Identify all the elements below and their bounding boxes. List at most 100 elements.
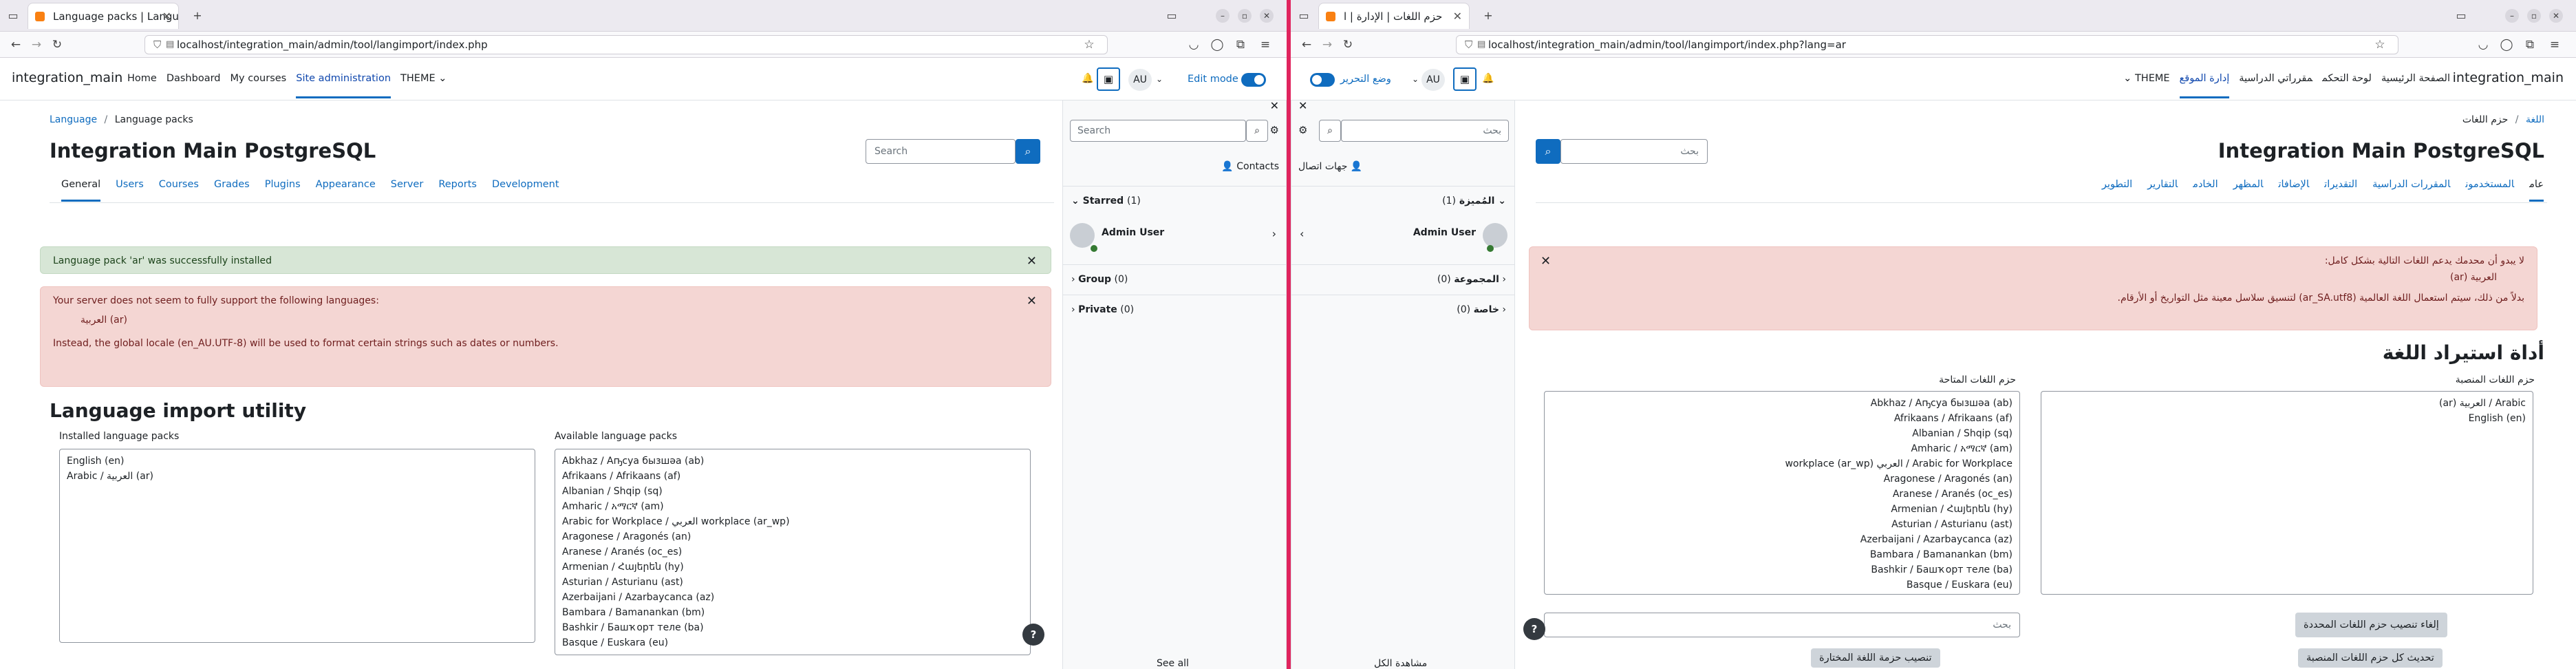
reload-icon[interactable]: ↻ — [1339, 36, 1357, 54]
tab-reports[interactable]: التقارير — [2147, 179, 2178, 190]
list-item[interactable]: Arabic for Workplace / العربي workplace … — [562, 514, 1023, 529]
list-item[interactable]: Aragonese / Aragonés (an) — [1552, 471, 2012, 487]
list-item[interactable]: Afrikaans / Afrikaans (af) — [1552, 411, 2012, 426]
list-item[interactable]: Amharic / አማርኛ (am) — [1552, 441, 2012, 456]
nav-dashboard[interactable]: لوحة التحكم — [2322, 73, 2372, 84]
list-item[interactable]: Bashkir / Башҡорт теле (ba) — [1552, 562, 2012, 577]
nav-theme[interactable]: THEME ⌄ — [400, 73, 447, 84]
notifications-bell-icon[interactable]: 🔔 — [1482, 73, 1494, 84]
drawer-search-button[interactable]: ⌕ — [1319, 120, 1341, 142]
see-all-link[interactable]: مشاهدة الكل — [1374, 658, 1427, 669]
nav-site-administration[interactable]: Site administration — [296, 73, 391, 98]
list-item[interactable]: English (en) — [2048, 411, 2526, 426]
nav-home[interactable]: Home — [127, 73, 157, 84]
maximize-icon[interactable]: ▫ — [2527, 9, 2541, 23]
breadcrumb-language[interactable]: Language — [50, 114, 97, 125]
list-item[interactable]: Aranese / Aranés (oc_es) — [1552, 487, 2012, 502]
forward-icon[interactable]: → — [1318, 36, 1336, 54]
edit-mode-toggle[interactable] — [1310, 73, 1335, 87]
tab-server[interactable]: Server — [391, 179, 424, 190]
url-bar[interactable]: ⛉ ▤ localhost/integration_main/admin/too… — [144, 35, 1108, 54]
close-window-icon[interactable]: ✕ — [2549, 9, 2563, 23]
list-item[interactable]: Arabic for Workplace / العربي workplace … — [1552, 456, 2012, 471]
list-item[interactable]: Bambara / Bamanankan (bm) — [562, 605, 1023, 620]
menu-icon[interactable]: ≡ — [2546, 36, 2564, 54]
list-item[interactable]: Afrikaans / Afrikaans (af) — [562, 469, 1023, 484]
minimize-icon[interactable]: – — [2505, 9, 2519, 23]
tab-server[interactable]: الخادم — [2193, 179, 2218, 190]
contacts-link[interactable]: 👤 جهات اتصال — [1298, 161, 1362, 172]
nav-site-administration[interactable]: إدارة الموقع — [2179, 73, 2230, 98]
installed-packs-list[interactable]: Arabic / العربية (ar) English (en) — [2041, 391, 2533, 595]
list-item[interactable]: English (en) — [67, 454, 528, 469]
close-alert-icon[interactable]: ✕ — [1027, 254, 1037, 268]
messaging-button[interactable]: ▣ — [1453, 67, 1477, 91]
list-item[interactable]: Arabic / العربية (ar) — [2048, 396, 2526, 411]
back-icon[interactable]: ← — [1298, 36, 1316, 54]
list-item[interactable]: Albanian / Shqip (sq) — [1552, 426, 2012, 441]
list-item[interactable]: Bashkir / Башҡорт теле (ba) — [562, 620, 1023, 635]
list-item[interactable]: Armenian / Հայերեն (hy) — [562, 560, 1023, 575]
install-selected-button[interactable]: تنصيب حزمة اللغة المختارة — [1811, 648, 1940, 668]
available-packs-list[interactable]: Abkhaz / Аҧсуа бызшәа (ab) Afrikaans / Af… — [1544, 391, 2020, 595]
list-item[interactable]: Arabic / العربية (ar) — [67, 469, 528, 484]
tab-list-icon[interactable]: ▭ — [1163, 7, 1181, 25]
tab-users[interactable]: المستخدمون — [2465, 179, 2514, 190]
forward-icon[interactable]: → — [28, 36, 45, 54]
admin-search-input[interactable]: بحث — [1560, 139, 1708, 164]
extensions-icon[interactable]: ⧉ — [2521, 36, 2539, 54]
gear-icon[interactable]: ⚙ — [1298, 124, 1307, 136]
drawer-search-button[interactable]: ⌕ — [1246, 120, 1268, 142]
user-avatar[interactable]: AU — [1128, 69, 1152, 91]
list-item[interactable]: Armenian / Հայերեն (hy) — [1552, 502, 2012, 517]
browser-tab[interactable]: حزم اللغات | الإدارة | ا ✕ — [1318, 3, 1470, 29]
site-brand[interactable]: integration_main — [2453, 70, 2564, 85]
browser-tab[interactable]: Language packs | Langu ✕ — [28, 3, 179, 29]
chevron-down-icon[interactable]: ⌄ — [1412, 74, 1419, 84]
bookmark-star-icon[interactable]: ☆ — [2371, 36, 2389, 54]
installed-packs-list[interactable]: English (en) Arabic / العربية (ar) — [59, 449, 535, 643]
help-button[interactable]: ? — [1523, 618, 1545, 640]
filter-packs-input[interactable]: بحث — [1544, 613, 2020, 637]
nav-my-courses[interactable]: مقرراتي الدراسية — [2239, 73, 2312, 84]
user-avatar[interactable]: AU — [1421, 69, 1445, 91]
close-drawer-icon[interactable]: ✕ — [1270, 99, 1279, 112]
close-window-icon[interactable]: ✕ — [1260, 9, 1274, 23]
tab-development[interactable]: Development — [492, 179, 559, 190]
tab-list-icon[interactable]: ▭ — [2452, 7, 2470, 25]
account-icon[interactable]: ◯ — [2498, 36, 2515, 54]
chevron-down-icon[interactable]: ⌄ — [1156, 74, 1163, 84]
tab-courses[interactable]: المقررات الدراسية — [2372, 179, 2450, 190]
list-item[interactable]: Albanian / Shqip (sq) — [562, 484, 1023, 499]
list-item[interactable]: Aranese / Aranés (oc_es) — [562, 544, 1023, 560]
site-brand[interactable]: integration_main — [12, 70, 122, 85]
drawer-search-input[interactable]: Search — [1070, 120, 1246, 142]
starred-section[interactable]: ⌄ Starred (1) — [1063, 186, 1286, 215]
nav-home[interactable]: الصفحة الرئيسية — [2381, 73, 2450, 84]
pocket-icon[interactable]: ◡ — [1185, 36, 1203, 54]
close-drawer-icon[interactable]: ✕ — [1298, 99, 1307, 112]
gear-icon[interactable]: ⚙ — [1270, 124, 1279, 136]
sidebar-toggle-icon[interactable]: ▭ — [1295, 7, 1313, 25]
list-item[interactable]: Bambara / Bamanankan (bm) — [1552, 547, 2012, 562]
contacts-link[interactable]: 👤 Contacts — [1221, 161, 1279, 172]
notifications-bell-icon[interactable]: 🔔 — [1082, 73, 1093, 84]
admin-search-button[interactable]: ⌕ — [1016, 139, 1040, 164]
list-item[interactable]: Aragonese / Aragonés (an) — [562, 529, 1023, 544]
tab-users[interactable]: Users — [116, 179, 144, 190]
url-bar[interactable]: ⛉ ▤ localhost/integration_main/admin/too… — [1456, 35, 2398, 54]
see-all-link[interactable]: See all — [1157, 658, 1189, 669]
close-tab-icon[interactable]: ✕ — [1453, 3, 1462, 29]
nav-dashboard[interactable]: Dashboard — [167, 73, 221, 84]
tab-reports[interactable]: Reports — [438, 179, 477, 190]
pocket-icon[interactable]: ◡ — [2474, 36, 2492, 54]
admin-search-input[interactable]: Search — [866, 139, 1016, 164]
list-item[interactable]: Abkhaz / Аҧсуа бызшәа (ab) — [1552, 396, 2012, 411]
sidebar-toggle-icon[interactable]: ▭ — [4, 7, 22, 25]
available-packs-list[interactable]: Abkhaz / Аҧсуа бызшәа (ab) Afrikaans / Af… — [555, 449, 1031, 655]
messaging-button[interactable]: ▣ — [1097, 67, 1120, 91]
account-icon[interactable]: ◯ — [1208, 36, 1226, 54]
tab-appearance[interactable]: Appearance — [316, 179, 376, 190]
extensions-icon[interactable]: ⧉ — [1232, 36, 1249, 54]
list-item[interactable]: Basque / Euskara (eu) — [1552, 577, 2012, 593]
